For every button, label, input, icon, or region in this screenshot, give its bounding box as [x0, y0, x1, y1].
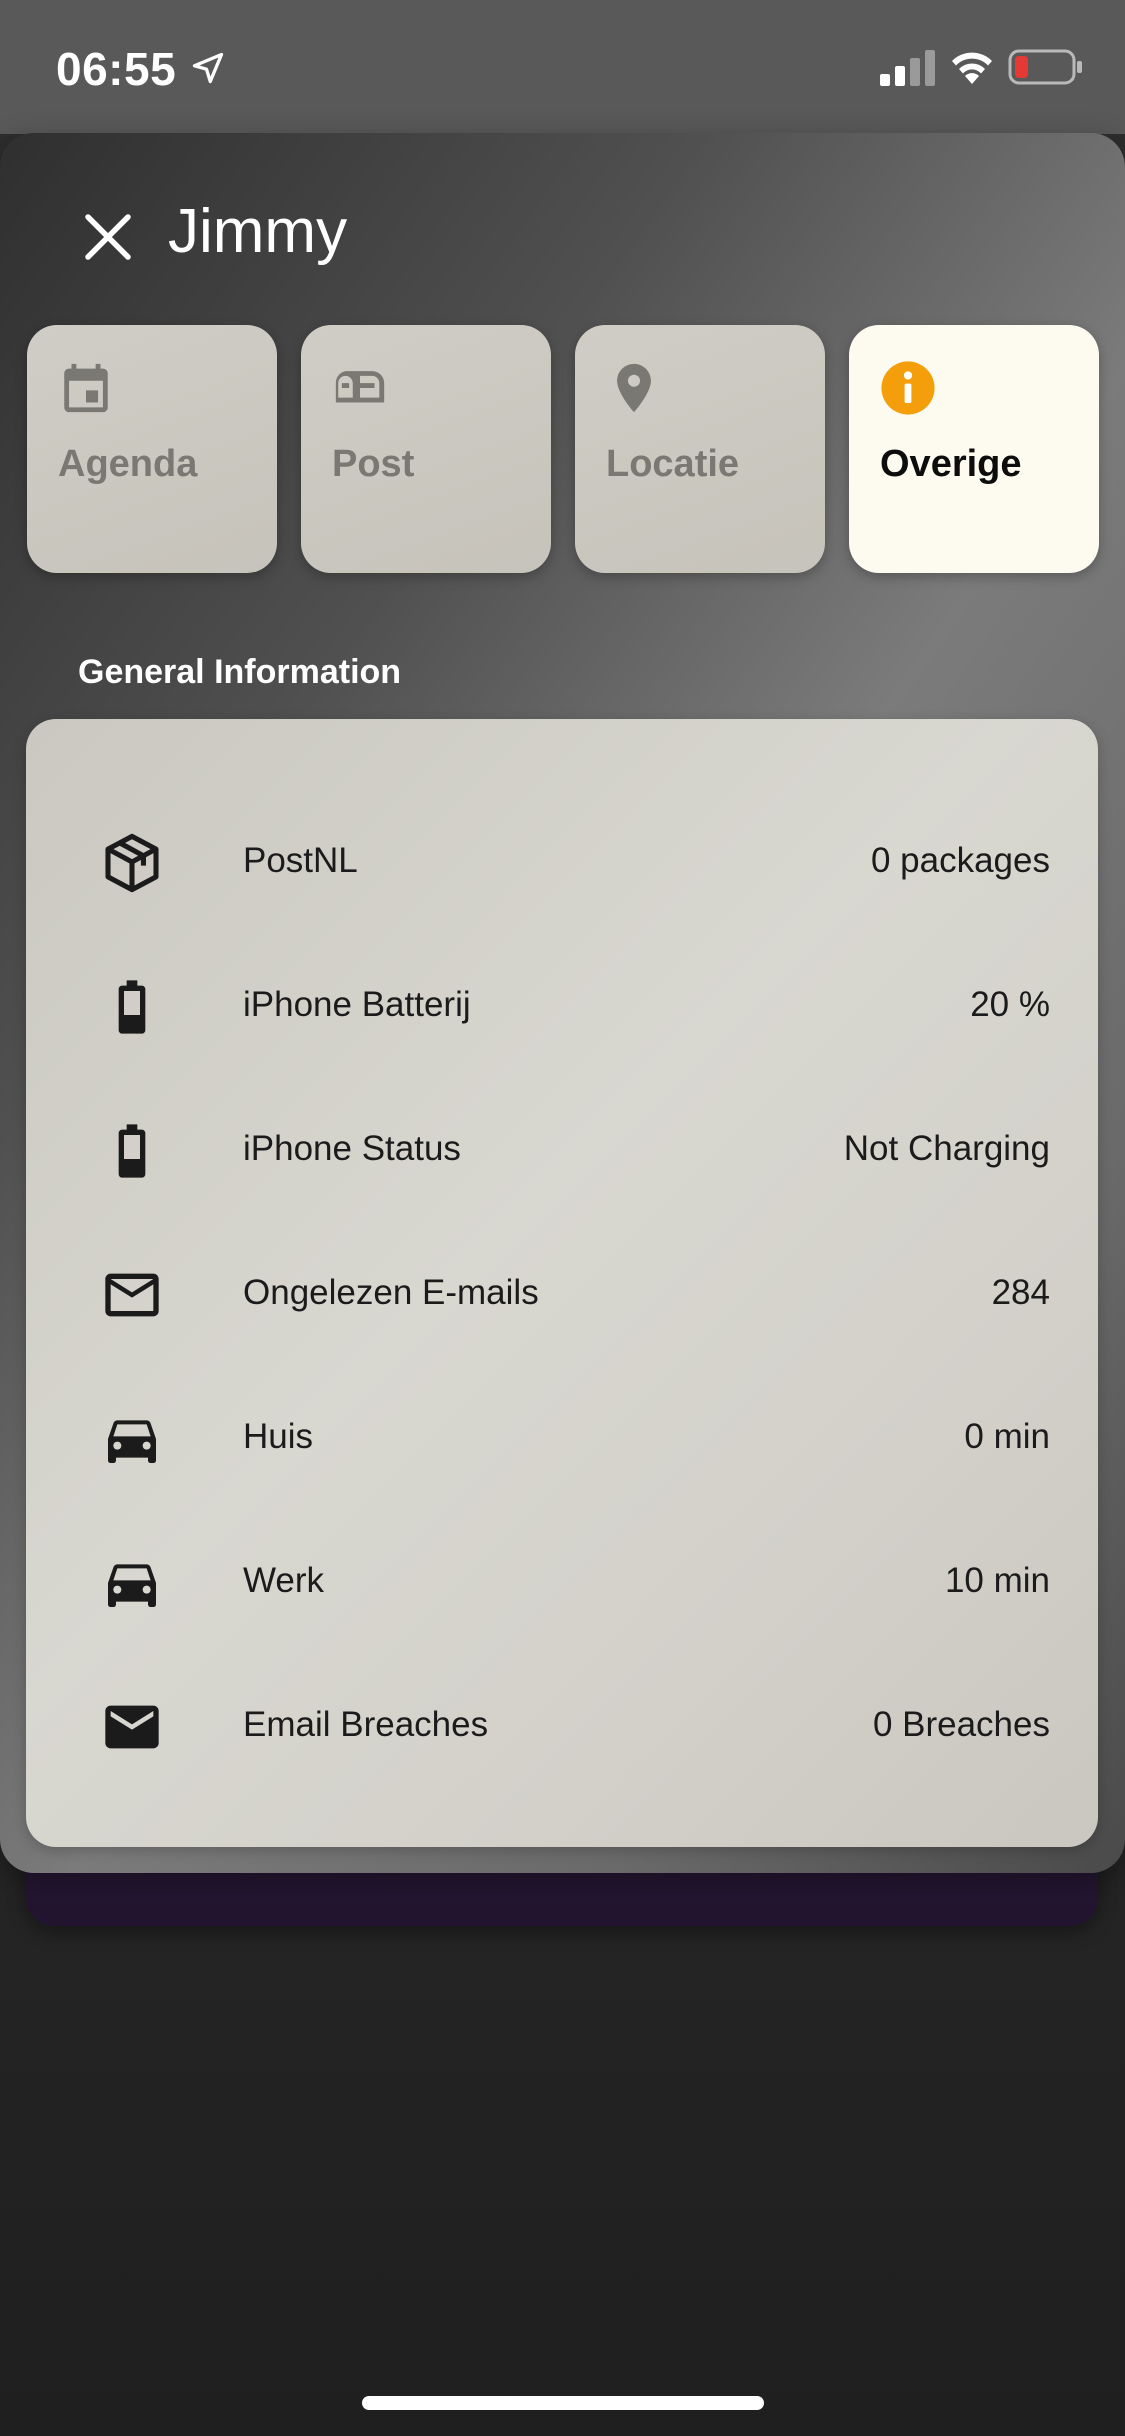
info-row-iphone-batterij[interactable]: iPhone Batterij 20 %: [26, 933, 1098, 1077]
row-value: 0 packages: [870, 841, 1050, 880]
info-row-iphone-status[interactable]: iPhone Status Not Charging: [26, 1077, 1098, 1221]
tab-label: Agenda: [58, 443, 198, 485]
tab-agenda[interactable]: Agenda: [27, 325, 277, 573]
home-indicator[interactable]: [362, 2396, 764, 2410]
tab-label: Overige: [880, 443, 1022, 485]
mail-filled-icon: [105, 1705, 159, 1749]
car-icon: [108, 1420, 156, 1463]
row-label: iPhone Batterij: [243, 985, 471, 1024]
row-label: iPhone Status: [243, 1129, 461, 1168]
row-value: 20 %: [970, 985, 1050, 1024]
tab-post[interactable]: Post: [301, 325, 551, 573]
info-row-postnl[interactable]: PostNL 0 packages: [26, 789, 1098, 933]
battery-icon: [118, 980, 146, 1034]
tab-locatie[interactable]: Locatie: [575, 325, 825, 573]
map-pin-icon: [617, 363, 651, 413]
status-time: 06:55: [56, 43, 177, 95]
general-information-card: PostNL 0 packages iPhone Batterij 20 % i…: [26, 719, 1098, 1847]
row-value: 10 min: [944, 1561, 1050, 1600]
row-label: Email Breaches: [243, 1705, 489, 1744]
battery-icon: [118, 1124, 146, 1178]
info-row-huis[interactable]: Huis 0 min: [26, 1365, 1098, 1509]
close-icon[interactable]: [76, 205, 140, 269]
section-title: General Information: [78, 653, 402, 691]
row-value: 284: [991, 1273, 1050, 1312]
battery-status-icon: [1008, 49, 1082, 85]
tab-overige[interactable]: Overige: [849, 325, 1099, 573]
info-row-werk[interactable]: Werk 10 min: [26, 1509, 1098, 1653]
package-icon: [105, 833, 159, 893]
info-icon: [881, 361, 935, 415]
cellular-signal-icon: [880, 50, 935, 86]
row-label: Ongelezen E-mails: [243, 1273, 539, 1312]
row-value: 0 Breaches: [872, 1705, 1050, 1744]
tab-label: Post: [332, 443, 415, 485]
calendar-icon: [64, 363, 108, 413]
status-bar: 06:55: [0, 0, 1125, 134]
mailbox-icon: [335, 371, 385, 403]
car-icon: [108, 1564, 156, 1607]
row-label: PostNL: [243, 841, 358, 880]
row-value: 0 min: [964, 1417, 1050, 1456]
detail-sheet: Jimmy Agenda Post Locatie Overige Genera…: [0, 133, 1125, 1873]
row-value: Not Charging: [843, 1129, 1050, 1168]
mail-outline-icon: [105, 1273, 159, 1317]
row-label: Huis: [243, 1417, 314, 1456]
row-label: Werk: [243, 1561, 325, 1600]
info-row-email-breaches[interactable]: Email Breaches 0 Breaches: [26, 1653, 1098, 1797]
location-arrow-icon: [192, 52, 224, 84]
tab-label: Locatie: [606, 443, 740, 485]
wifi-icon: [952, 52, 992, 84]
info-row-ongelezen-emails[interactable]: Ongelezen E-mails 284: [26, 1221, 1098, 1365]
sheet-title: Jimmy: [168, 197, 348, 266]
